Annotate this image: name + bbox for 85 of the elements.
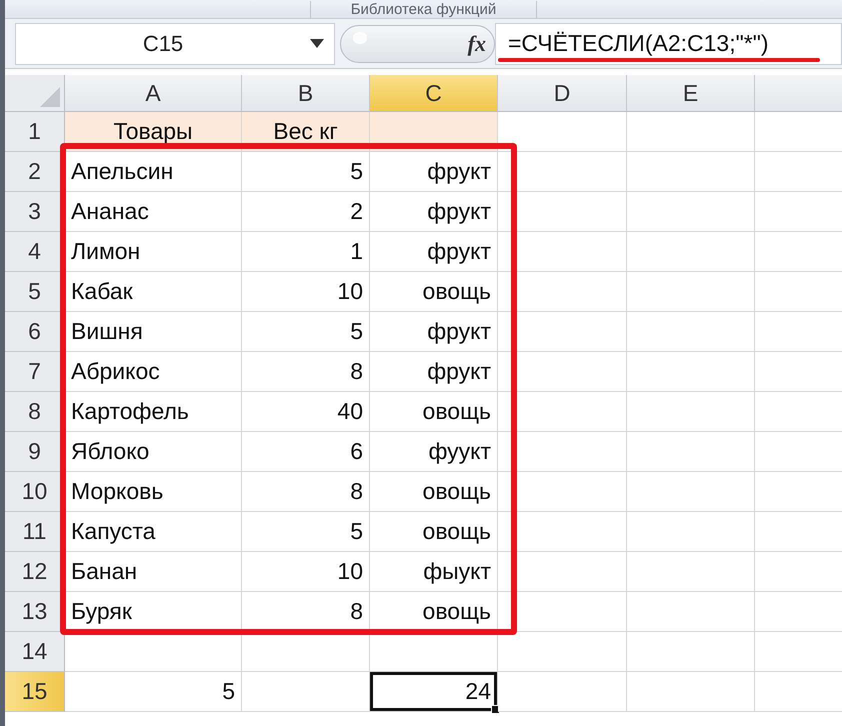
table-cell[interactable]: Апельсин [65, 152, 242, 192]
table-cell[interactable]: Картофель [65, 392, 242, 432]
column-header[interactable]: D [498, 75, 627, 112]
table-cell[interactable] [627, 392, 755, 432]
table-cell[interactable]: 8 [242, 352, 370, 392]
column-header[interactable]: C [370, 75, 498, 112]
row-header[interactable]: 1 [5, 112, 65, 152]
table-cell[interactable]: Абрикос [65, 352, 242, 392]
row-header[interactable]: 15 [5, 672, 65, 712]
table-cell[interactable] [498, 112, 627, 152]
table-cell[interactable]: Вишня [65, 312, 242, 352]
table-cell[interactable]: Лимон [65, 232, 242, 272]
table-cell[interactable] [498, 232, 627, 272]
table-cell[interactable]: фрукт [370, 312, 498, 352]
table-cell[interactable] [498, 272, 627, 312]
table-cell[interactable]: овощь [370, 512, 498, 552]
formula-field[interactable]: =СЧЁТЕСЛИ(A2:C13;"*") [495, 22, 842, 64]
table-cell[interactable] [627, 552, 755, 592]
table-cell[interactable]: овощь [370, 392, 498, 432]
table-cell[interactable] [498, 312, 627, 352]
table-cell[interactable]: 5 [242, 312, 370, 352]
ribbon-group-label: Библиотека функций [310, 1, 538, 18]
table-cell[interactable] [627, 352, 755, 392]
table-cell[interactable] [65, 632, 242, 672]
table-cell[interactable] [498, 512, 627, 552]
table-cell[interactable]: 5 [242, 152, 370, 192]
table-cell[interactable]: 5 [65, 672, 242, 712]
table-cell[interactable]: Банан [65, 552, 242, 592]
table-cell[interactable] [627, 672, 755, 712]
table-cell[interactable] [627, 272, 755, 312]
table-cell[interactable] [242, 632, 370, 672]
table-cell[interactable]: 10 [242, 272, 370, 312]
table-cell[interactable] [627, 432, 755, 472]
insert-function-button[interactable]: fx [468, 30, 486, 56]
table-cell[interactable] [498, 472, 627, 512]
table-cell[interactable]: фрукт [370, 352, 498, 392]
column-header[interactable] [755, 75, 842, 112]
table-cell[interactable]: фрукт [370, 192, 498, 232]
table-cell[interactable] [627, 232, 755, 272]
column-header[interactable]: A [65, 75, 242, 112]
table-cell[interactable] [627, 472, 755, 512]
table-cell[interactable] [627, 192, 755, 232]
table-cell[interactable] [627, 632, 755, 672]
table-cell[interactable]: фрукт [370, 152, 498, 192]
table-cell[interactable]: Кабак [65, 272, 242, 312]
table-cell[interactable]: 40 [242, 392, 370, 432]
table-cell[interactable]: фрукт [370, 232, 498, 272]
table-cell[interactable] [627, 112, 755, 152]
table-cell[interactable] [627, 512, 755, 552]
table-cell[interactable] [498, 672, 627, 712]
row-header[interactable]: 14 [5, 632, 65, 672]
table-cell[interactable] [498, 632, 627, 672]
table-cell[interactable]: Ананас [65, 192, 242, 232]
formula-bar-handle[interactable]: fx [340, 24, 495, 62]
table-cell[interactable] [498, 192, 627, 232]
column-header[interactable]: E [627, 75, 755, 112]
table-cell[interactable] [498, 552, 627, 592]
table-cell[interactable]: 5 [242, 512, 370, 552]
table-cell[interactable]: 1 [242, 232, 370, 272]
table-cell[interactable]: Яблоко [65, 432, 242, 472]
table-cell[interactable] [627, 592, 755, 632]
caret-icon [310, 39, 324, 48]
table-cell[interactable] [627, 152, 755, 192]
table-cell[interactable]: Капуста [65, 512, 242, 552]
table-cell[interactable] [498, 152, 627, 192]
table-cell[interactable]: фуукт [370, 432, 498, 472]
table-cell[interactable] [627, 312, 755, 352]
select-all-corner[interactable] [5, 75, 65, 112]
name-box[interactable]: C15 [15, 22, 335, 64]
table-cell[interactable]: 8 [242, 472, 370, 512]
table-cell[interactable]: овощь [370, 472, 498, 512]
table-cell[interactable] [498, 432, 627, 472]
table-cell[interactable]: Морковь [65, 472, 242, 512]
triangle-icon [40, 87, 60, 107]
table-cell[interactable]: овощь [370, 272, 498, 312]
table-cell[interactable] [498, 392, 627, 432]
column-header[interactable]: B [242, 75, 370, 112]
active-cell[interactable]: 24 [370, 672, 498, 712]
table-cell[interactable]: 6 [242, 432, 370, 472]
table-cell[interactable] [242, 672, 370, 712]
table-cell[interactable]: фыукт [370, 552, 498, 592]
table-cell[interactable]: 10 [242, 552, 370, 592]
table-cell[interactable] [370, 632, 498, 672]
table-cell[interactable] [498, 352, 627, 392]
table-cell[interactable]: 2 [242, 192, 370, 232]
